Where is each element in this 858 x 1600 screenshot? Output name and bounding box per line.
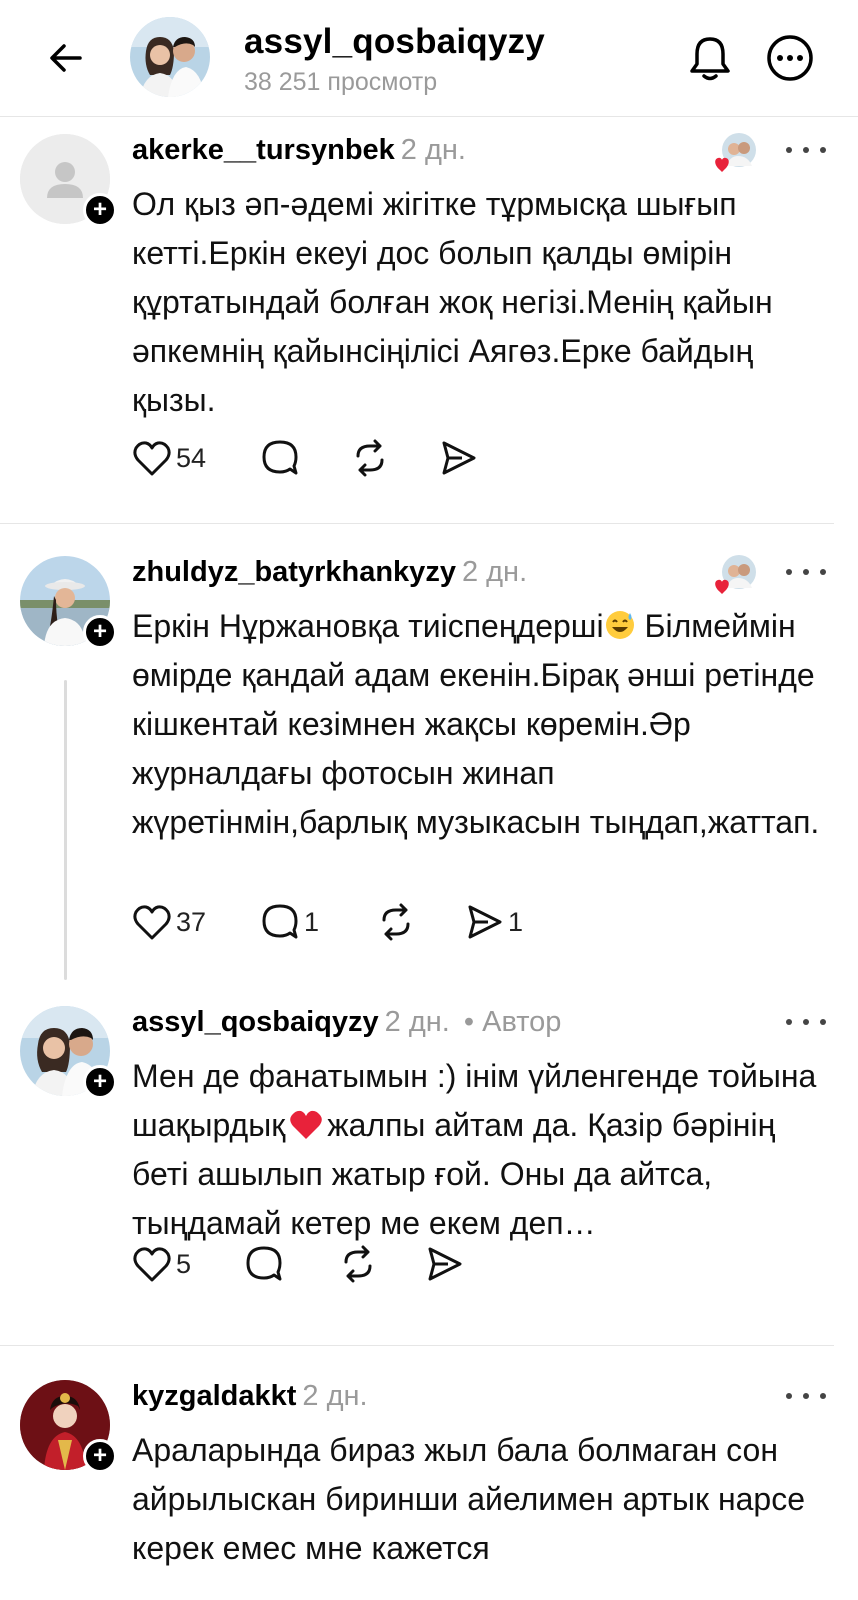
heart-icon	[133, 441, 171, 476]
comment-bubble-icon	[246, 1246, 282, 1281]
comment-actions: 5	[132, 1242, 552, 1286]
comment-bubble-icon	[262, 904, 298, 939]
profile-username[interactable]: assyl_qosbaiqyzy	[244, 22, 545, 62]
comment-time: 2 дн.	[302, 1380, 368, 1412]
follow-button[interactable]: +	[83, 1065, 117, 1099]
view-count: 38 251 просмотр	[244, 68, 438, 96]
arrow-left-icon	[50, 44, 82, 72]
comment-header: assyl_qosbaiqyzy 2 дн. • Автор	[132, 1006, 561, 1039]
share-button[interactable]: 1	[464, 900, 523, 944]
comment-item: + kyzgaldakkt 2 дн. Араларында бираз жыл …	[0, 1364, 858, 1600]
comment-bubble-icon	[262, 440, 298, 475]
comment-item: + zhuldyz_batyrkhankyzy 2 дн. Еркін Нұржа…	[0, 540, 858, 980]
comment-item: + akerke__tursynbek 2 дн. Ол қыз әп-әдемі…	[0, 118, 858, 513]
comment-username[interactable]: assyl_qosbaiqyzy	[132, 1006, 379, 1038]
like-button[interactable]: 37	[132, 900, 206, 944]
comment-username[interactable]: kyzgaldakkt	[132, 1380, 296, 1412]
share-button[interactable]	[424, 1242, 464, 1286]
comment-header: akerke__tursynbek 2 дн.	[132, 134, 466, 167]
comment-time: 2 дн.	[461, 556, 528, 588]
comment-more-button[interactable]	[786, 138, 826, 162]
repost-icon	[344, 1245, 372, 1283]
share-button[interactable]	[438, 436, 478, 480]
repost-button[interactable]	[376, 900, 416, 944]
red-heart-emoji-icon	[290, 1110, 322, 1139]
repost-button[interactable]	[338, 1242, 378, 1286]
follow-button[interactable]: +	[83, 1439, 117, 1473]
top-bar: assyl_qosbaiqyzy 38 251 просмотр	[0, 0, 858, 117]
like-count: 54	[176, 442, 207, 473]
like-button[interactable]: 54	[132, 436, 206, 480]
more-options-button[interactable]	[762, 30, 818, 86]
comment-username[interactable]: zhuldyz_batyrkhankyzy	[132, 556, 456, 588]
send-icon	[442, 441, 476, 475]
reply-button[interactable]: 1	[260, 900, 319, 944]
comment-more-button[interactable]	[786, 1010, 826, 1034]
creator-liked-badge	[712, 552, 758, 598]
comment-item: + assyl_qosbaiqyzy 2 дн. • Автор Мен де ф…	[0, 990, 858, 1320]
reply-button[interactable]	[260, 436, 300, 480]
like-button[interactable]: 5	[132, 1242, 191, 1286]
reply-button[interactable]	[244, 1242, 284, 1286]
like-count: 5	[176, 1248, 192, 1279]
profile-avatar[interactable]	[130, 17, 210, 97]
repost-icon	[356, 439, 384, 477]
comment-text: Мен де фанатымын :) інім үйленгенде тойы…	[132, 1052, 832, 1248]
repost-button[interactable]	[350, 436, 390, 480]
creator-liked-badge	[712, 130, 758, 176]
send-icon	[428, 1247, 462, 1281]
comment-username[interactable]: akerke__tursynbek	[132, 134, 395, 166]
comment-time: 2 дн.	[384, 1006, 450, 1038]
heart-icon	[133, 1247, 171, 1282]
bell-icon	[690, 37, 730, 81]
author-tag: • Автор	[463, 1006, 562, 1038]
back-button[interactable]	[38, 30, 94, 86]
comment-more-button[interactable]	[786, 560, 826, 584]
comment-header: zhuldyz_batyrkhankyzy 2 дн.	[132, 556, 527, 589]
more-horizontal-icon	[767, 35, 813, 81]
share-count: 1	[508, 906, 524, 937]
comment-more-button[interactable]	[786, 1384, 826, 1408]
reply-count: 1	[304, 906, 320, 937]
comment-header: kyzgaldakkt 2 дн.	[132, 1380, 368, 1413]
notifications-button[interactable]	[682, 30, 738, 86]
heart-icon	[133, 905, 171, 940]
send-icon	[468, 905, 502, 939]
follow-button[interactable]: +	[83, 615, 117, 649]
divider	[0, 523, 834, 524]
comment-text: Еркін Нұржановқа тиіспеңдерші Білмеймін …	[132, 602, 832, 847]
comment-time: 2 дн.	[400, 134, 466, 166]
repost-icon	[382, 903, 410, 941]
follow-button[interactable]: +	[83, 193, 117, 227]
like-count: 37	[176, 906, 207, 937]
divider	[0, 1345, 834, 1346]
comment-text-part: Еркін Нұржановқа тиіспеңдерші	[132, 608, 604, 644]
comment-text: Араларында бираз жыл бала болмаган сон а…	[132, 1432, 805, 1566]
sweat-smile-emoji-icon	[605, 611, 634, 639]
comment-actions: 37 1 1	[132, 900, 552, 944]
comment-text: Ол қыз әп-әдемі жігітке тұрмысқа шығып к…	[132, 186, 773, 418]
comment-actions: 54	[132, 436, 552, 480]
